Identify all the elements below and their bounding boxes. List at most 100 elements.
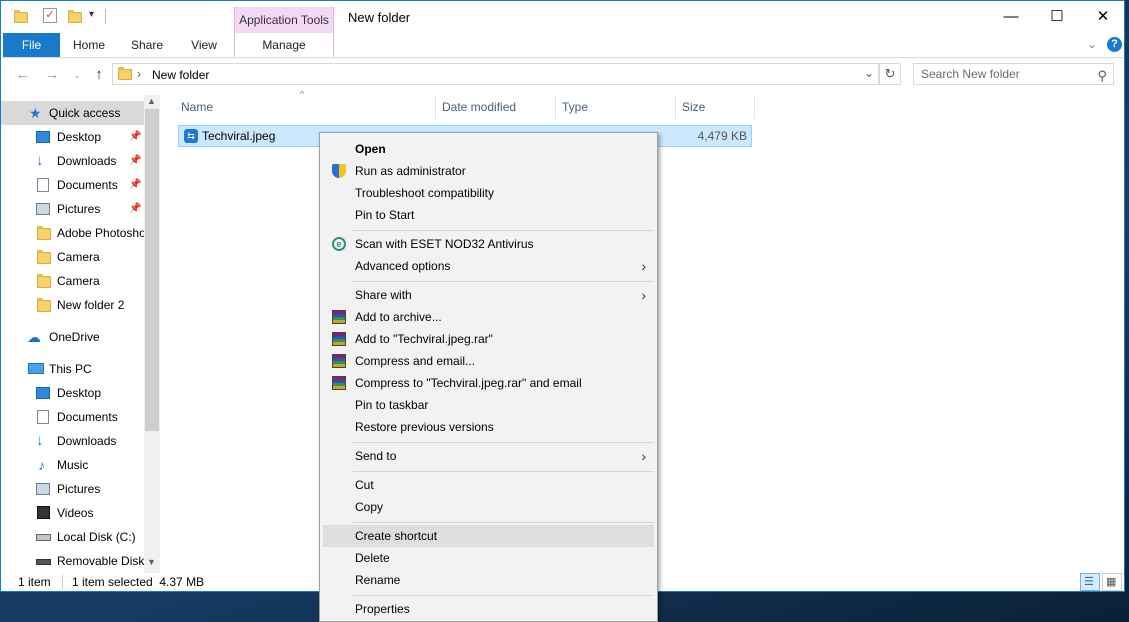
column-divider[interactable] — [675, 95, 676, 119]
customize-toolbar-icon[interactable]: ▾ — [89, 9, 94, 20]
menu-item-pin-start[interactable]: Pin to Start — [323, 204, 654, 226]
search-input[interactable]: Search New folder ⚲ — [913, 63, 1114, 85]
menu-separator — [353, 442, 654, 443]
folder-icon — [37, 250, 51, 264]
menu-item-create-shortcut[interactable]: Create shortcut — [323, 525, 654, 547]
menu-item-restore-versions[interactable]: Restore previous versions — [323, 416, 654, 438]
nav-pc-removable-disk[interactable]: Removable Disk — [1, 549, 144, 573]
menu-separator — [353, 595, 654, 596]
menu-item-share-with[interactable]: Share with › — [323, 284, 654, 306]
menu-item-cut[interactable]: Cut — [323, 474, 654, 496]
breadcrumb-current[interactable]: New folder — [152, 68, 209, 82]
nav-pc-pictures[interactable]: Pictures — [1, 477, 144, 501]
window-title: New folder — [348, 10, 411, 25]
nav-pc-downloads[interactable]: ↓ Downloads — [1, 429, 144, 453]
column-size[interactable]: Size — [682, 95, 705, 119]
folder-icon — [37, 298, 51, 312]
close-button[interactable]: ✕ — [1080, 1, 1124, 33]
back-arrow-icon[interactable]: ← — [13, 65, 33, 85]
column-divider[interactable] — [435, 95, 436, 119]
menu-item-delete[interactable]: Delete — [323, 547, 654, 569]
breadcrumb-separator-icon[interactable]: › — [137, 67, 141, 81]
drive-icon — [36, 534, 51, 541]
minimize-button[interactable]: — — [988, 1, 1034, 33]
menu-item-properties[interactable]: Properties — [323, 598, 654, 620]
tab-home[interactable]: Home — [67, 33, 111, 57]
properties-icon[interactable]: ✓ — [43, 8, 57, 23]
details-view-button[interactable]: ☰ — [1080, 573, 1100, 591]
nav-pc-videos[interactable]: Videos — [1, 501, 144, 525]
menu-item-pin-taskbar[interactable]: Pin to taskbar — [323, 394, 654, 416]
nav-pc-music[interactable]: ♪ Music — [1, 453, 144, 477]
pin-icon[interactable]: 📌 — [129, 173, 141, 197]
menu-label: Cut — [355, 478, 374, 492]
menu-item-compress-rar-email[interactable]: Compress to "Techviral.jpeg.rar" and ema… — [323, 372, 654, 394]
menu-item-rename[interactable]: Rename — [323, 569, 654, 591]
nav-scrollbar-thumb[interactable] — [145, 109, 159, 431]
refresh-icon: ↻ — [884, 66, 896, 81]
nav-pc-desktop[interactable]: Desktop — [1, 381, 144, 405]
pin-icon[interactable]: 📌 — [129, 197, 141, 221]
menu-item-advanced-options[interactable]: Advanced options › — [323, 255, 654, 277]
address-dropdown-icon[interactable]: ⌄ — [864, 66, 874, 80]
forward-arrow-icon[interactable]: → — [42, 65, 62, 85]
title-bar: ✓ ▾ Application Tools New folder — ☐ ✕ — [1, 1, 1124, 33]
tab-file[interactable]: File — [3, 33, 60, 57]
menu-item-open[interactable]: Open — [323, 138, 654, 160]
nav-label: Pictures — [57, 482, 101, 496]
nav-quick-access[interactable]: ★ Quick access — [1, 101, 144, 125]
menu-item-add-rar[interactable]: Add to "Techviral.jpeg.rar" — [323, 328, 654, 350]
menu-item-run-as-admin[interactable]: Run as administrator — [323, 160, 654, 182]
scroll-up-icon[interactable]: ▲ — [147, 96, 156, 106]
scroll-down-icon[interactable]: ▼ — [147, 557, 156, 567]
pin-icon[interactable]: 📌 — [129, 125, 141, 149]
nav-label: Local Disk (C:) — [57, 530, 136, 544]
menu-item-send-to[interactable]: Send to › — [323, 445, 654, 467]
nav-quick-adobe[interactable]: Adobe Photoshop — [1, 221, 144, 245]
nav-label: Videos — [57, 506, 94, 520]
column-date-modified[interactable]: Date modified — [442, 95, 516, 119]
nav-label: OneDrive — [49, 330, 100, 344]
maximize-button[interactable]: ☐ — [1034, 1, 1080, 33]
search-placeholder: Search New folder — [921, 67, 1020, 81]
expand-ribbon-icon[interactable]: ⌄ — [1087, 37, 1097, 51]
column-divider[interactable] — [555, 95, 556, 119]
nav-pc-local-disk[interactable]: Local Disk (C:) — [1, 525, 144, 549]
desktop-icon — [36, 387, 50, 399]
menu-item-copy[interactable]: Copy — [323, 496, 654, 518]
nav-quick-camera-1[interactable]: Camera — [1, 245, 144, 269]
nav-quick-camera-2[interactable]: Camera — [1, 269, 144, 293]
file-name[interactable]: Techviral.jpeg — [202, 129, 275, 143]
star-icon: ★ — [29, 105, 42, 121]
nav-quick-downloads[interactable]: ↓ Downloads 📌 — [1, 149, 144, 173]
nav-pc-documents[interactable]: Documents — [1, 405, 144, 429]
menu-item-add-archive[interactable]: Add to archive... — [323, 306, 654, 328]
large-icons-view-button[interactable]: ▦ — [1102, 573, 1122, 591]
refresh-button[interactable]: ↻ — [879, 63, 901, 85]
nav-quick-pictures[interactable]: Pictures 📌 — [1, 197, 144, 221]
nav-onedrive[interactable]: ☁ OneDrive — [1, 325, 144, 349]
menu-label: Scan with ESET NOD32 Antivirus — [355, 237, 534, 251]
nav-quick-new-folder-2[interactable]: New folder 2 — [1, 293, 144, 317]
menu-item-troubleshoot[interactable]: Troubleshoot compatibility — [323, 182, 654, 204]
computer-icon — [28, 363, 44, 374]
recent-locations-icon[interactable]: ⌄ — [67, 65, 87, 85]
nav-this-pc[interactable]: This PC — [1, 357, 144, 381]
help-icon[interactable]: ? — [1107, 37, 1122, 52]
menu-label: Rename — [355, 573, 401, 587]
tab-share[interactable]: Share — [125, 33, 169, 57]
column-type[interactable]: Type — [562, 95, 588, 119]
tab-view[interactable]: View — [182, 33, 226, 57]
column-divider[interactable] — [754, 95, 755, 119]
pictures-icon — [36, 203, 50, 215]
menu-item-eset-scan[interactable]: e Scan with ESET NOD32 Antivirus — [323, 233, 654, 255]
new-folder-icon[interactable] — [68, 10, 82, 23]
menu-item-compress-email[interactable]: Compress and email... — [323, 350, 654, 372]
column-name[interactable]: Name — [181, 95, 213, 119]
nav-quick-desktop[interactable]: Desktop 📌 — [1, 125, 144, 149]
address-bar[interactable]: › New folder ⌄ — [112, 63, 879, 85]
pin-icon[interactable]: 📌 — [129, 149, 141, 173]
up-arrow-icon[interactable]: ↑ — [89, 65, 109, 85]
tab-manage[interactable]: Manage — [234, 33, 334, 57]
nav-quick-documents[interactable]: Documents 📌 — [1, 173, 144, 197]
